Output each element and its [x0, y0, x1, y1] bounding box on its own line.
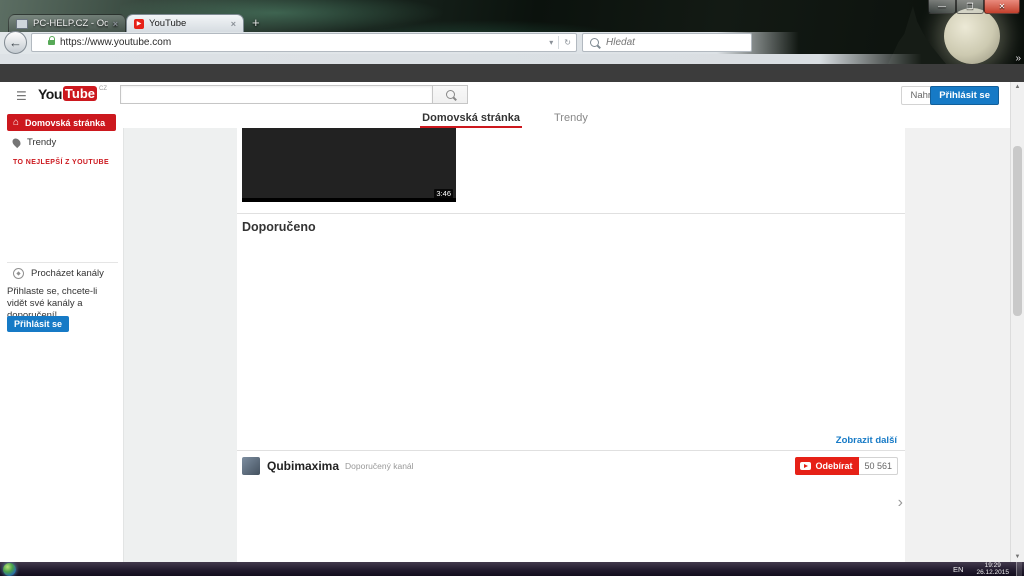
youtube-page: ☰ You Tube CZ Nahrát Přihlásit se Domovs…: [0, 64, 1024, 562]
clock-time: 19:29: [976, 562, 1009, 569]
logo-tube: Tube: [63, 86, 97, 101]
channel-name[interactable]: Qubimaxima: [267, 459, 339, 473]
logo-you: You: [38, 86, 62, 102]
logo-region: CZ: [99, 86, 107, 92]
section-divider: [237, 213, 905, 214]
page-favicon: [16, 19, 28, 29]
system-tray: EN 19:29 26.12.2015: [953, 562, 1024, 576]
youtube-favicon: ▶: [134, 19, 144, 29]
home-icon: ⌂: [13, 118, 19, 128]
recommended-header: Doporučeno: [242, 220, 316, 234]
reload-icon[interactable]: ↻: [564, 38, 571, 47]
compass-icon: [13, 268, 24, 279]
youtube-logo[interactable]: You Tube CZ: [38, 86, 107, 102]
channel-avatar[interactable]: [242, 457, 260, 475]
carousel-next-icon[interactable]: ›: [898, 494, 903, 512]
thumbnail-bottom-bar: [242, 198, 456, 202]
url-text[interactable]: https://www.youtube.com: [60, 37, 171, 48]
taskbar-clock[interactable]: 19:29 26.12.2015: [976, 562, 1009, 576]
page-scrollbar[interactable]: ▲ ▼: [1010, 82, 1024, 562]
windows-taskbar: EN 19:29 26.12.2015: [0, 562, 1024, 576]
guide-menu-icon[interactable]: ☰: [16, 89, 27, 103]
browser-tab-youtube[interactable]: ▶ YouTube ×: [126, 14, 244, 32]
youtube-search-box[interactable]: [120, 85, 433, 104]
maximize-button[interactable]: ❐: [956, 0, 984, 14]
tab-strip: PC-HELP.CZ - Odeslat nov... × ▶ YouTube …: [8, 14, 260, 32]
guide-sidebar: ⌂ Domovská stránka Trendy TO NEJLEPŠÍ Z …: [0, 110, 123, 562]
subscriber-count: 50 561: [859, 457, 898, 475]
section-divider: [237, 450, 905, 451]
header-signin-button[interactable]: Přihlásit se: [930, 86, 999, 105]
channel-section-header: Qubimaxima Doporučený kanál Odebírat 50 …: [242, 456, 898, 476]
divider: [7, 262, 118, 263]
featured-video-thumbnail[interactable]: 3:46: [242, 128, 456, 202]
sidebar-item-home[interactable]: ⌂ Domovská stránka: [7, 114, 116, 131]
best-of-header: TO NEJLEPŠÍ Z YOUTUBE: [13, 159, 109, 166]
sidebar-item-label: Procházet kanály: [31, 268, 104, 279]
sidebar-item-label: Trendy: [27, 137, 56, 148]
sidebar-signin-button[interactable]: Přihlásit se: [7, 316, 69, 332]
window-controls: — ❐ ✕: [928, 0, 1020, 14]
tab-title: PC-HELP.CZ - Odeslat nov...: [33, 18, 108, 29]
youtube-search-button[interactable]: [432, 85, 468, 104]
search-icon: [590, 38, 599, 47]
urlbar-dropdown-icon[interactable]: ▾: [549, 38, 553, 47]
clock-date: 26.12.2015: [976, 569, 1009, 576]
flame-icon: [11, 137, 22, 148]
scroll-up-icon[interactable]: ▲: [1011, 84, 1024, 90]
sidebar-item-label: Domovská stránka: [25, 118, 105, 128]
browser-chrome: — ❐ ✕ PC-HELP.CZ - Odeslat nov... × ▶ Yo…: [0, 0, 1024, 64]
channel-badge: Doporučený kanál: [345, 461, 414, 471]
language-indicator[interactable]: EN: [953, 565, 963, 574]
browser-search-input[interactable]: [604, 36, 728, 49]
search-icon: [446, 90, 455, 99]
subscribe-label: Odebírat: [815, 461, 852, 471]
video-duration: 3:46: [434, 189, 453, 199]
divider: [558, 36, 559, 49]
main-content: 3:46 Doporučeno Zobrazit další Qubimaxim…: [237, 128, 905, 562]
show-desktop-button[interactable]: [1016, 562, 1022, 576]
sidebar-item-browse-channels[interactable]: Procházet kanály: [13, 268, 104, 279]
close-button[interactable]: ✕: [984, 0, 1020, 14]
bookmarks-bar: [0, 54, 1024, 64]
page-top-strip: [0, 64, 1024, 82]
youtube-play-icon: [800, 462, 811, 470]
tab-close-icon[interactable]: ×: [113, 19, 118, 29]
tab-home[interactable]: Domovská stránka: [420, 109, 522, 127]
youtube-header: ☰ You Tube CZ Nahrát Přihlásit se: [0, 82, 1024, 108]
new-tab-button[interactable]: +: [252, 15, 260, 32]
show-more-link[interactable]: Zobrazit další: [836, 435, 897, 446]
lock-icon: [48, 40, 55, 45]
tab-title: YouTube: [149, 18, 226, 29]
browser-tab-pchelp[interactable]: PC-HELP.CZ - Odeslat nov... ×: [8, 14, 126, 32]
subscribe-area: Odebírat 50 561: [795, 457, 898, 475]
tab-trending[interactable]: Trendy: [552, 109, 590, 127]
sidebar-item-trending[interactable]: Trendy: [13, 137, 56, 148]
subscribe-button[interactable]: Odebírat: [795, 457, 859, 475]
bookmarks-overflow-icon[interactable]: »: [1015, 53, 1021, 64]
youtube-search-input[interactable]: [121, 88, 432, 105]
minimize-button[interactable]: —: [928, 0, 956, 14]
start-button[interactable]: [3, 563, 16, 576]
navigation-toolbar: ← https://www.youtube.com ▾ ↻: [0, 32, 1024, 54]
page-right-gap: [905, 128, 1010, 562]
url-bar[interactable]: https://www.youtube.com ▾ ↻: [31, 33, 577, 52]
back-button[interactable]: ←: [4, 31, 27, 54]
page-gutter: [123, 128, 238, 562]
tab-close-icon[interactable]: ×: [231, 19, 236, 29]
content-tabs: Domovská stránka Trendy: [0, 108, 1010, 128]
browser-search-box[interactable]: [582, 33, 752, 52]
scrollbar-thumb[interactable]: [1013, 146, 1022, 316]
scroll-down-icon[interactable]: ▼: [1011, 554, 1024, 560]
